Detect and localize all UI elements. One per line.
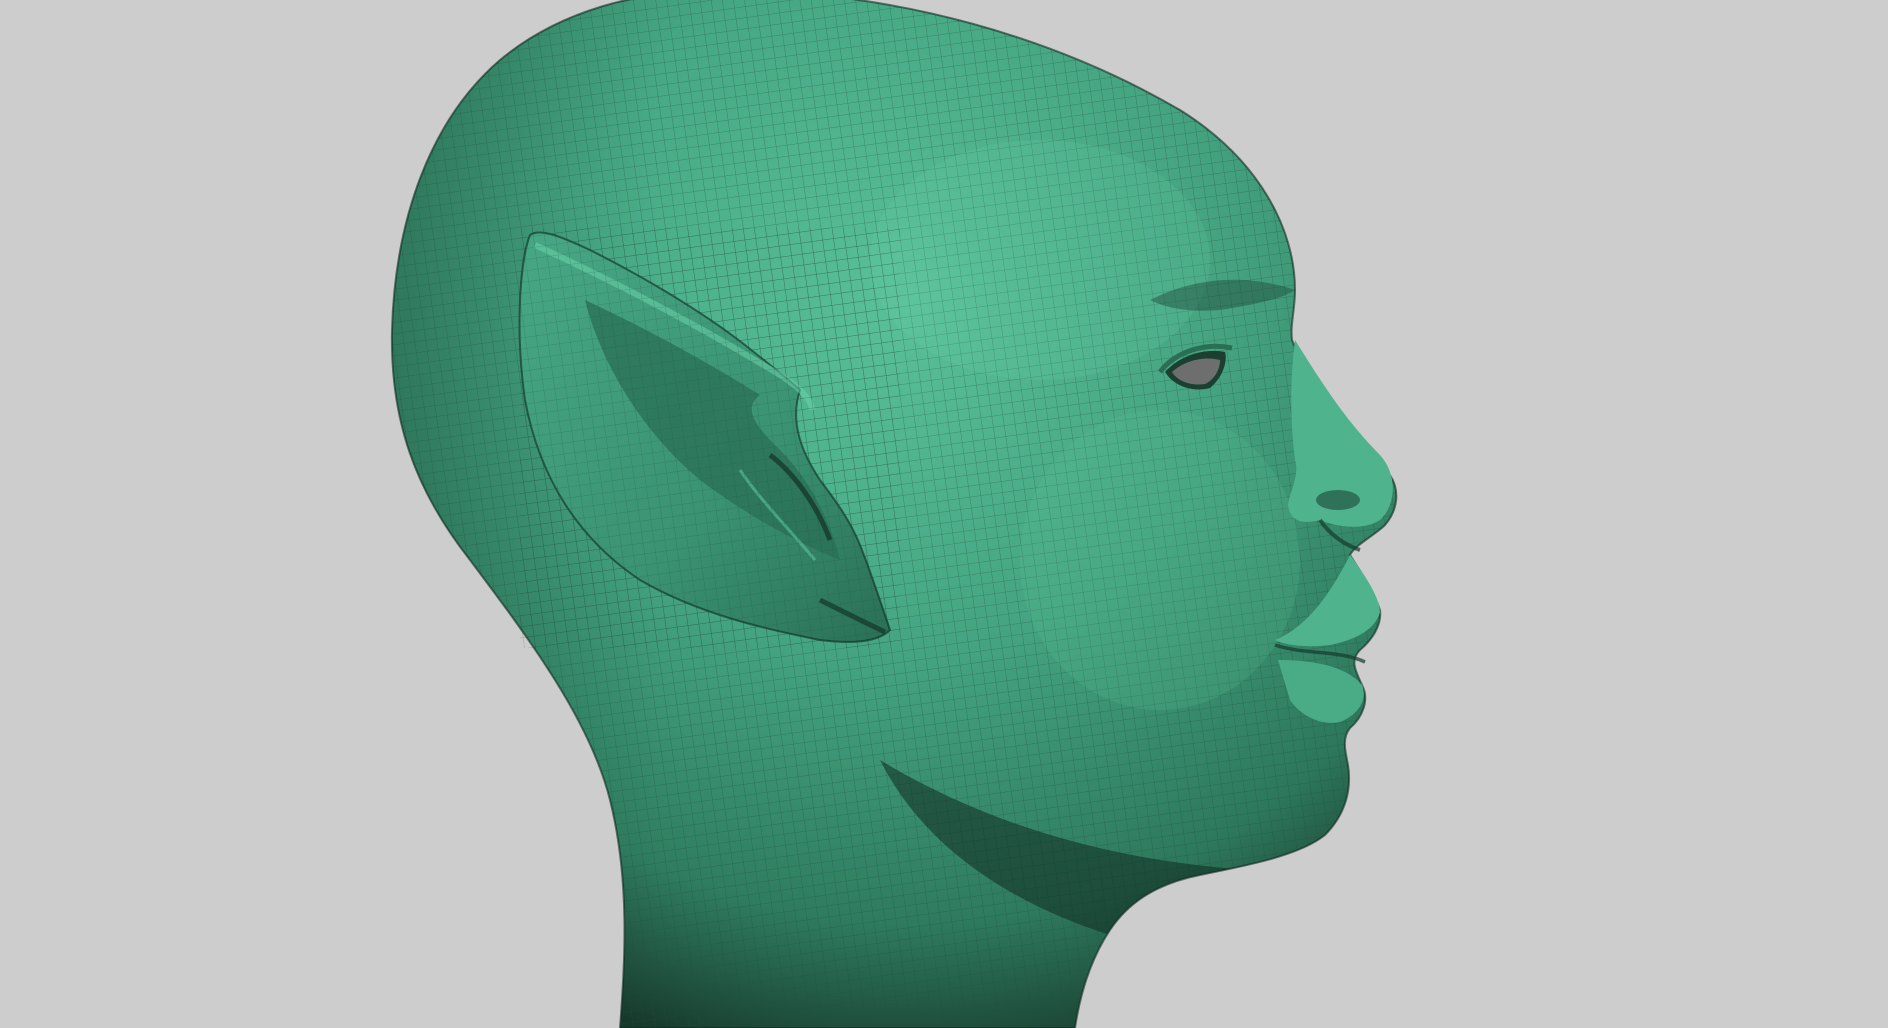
nose bbox=[1288, 340, 1393, 552]
pointed-ear bbox=[518, 228, 900, 648]
head-mesh bbox=[390, 0, 1398, 1028]
3d-viewport[interactable] bbox=[0, 0, 1888, 1028]
elf-head-model[interactable] bbox=[0, 0, 1888, 1028]
